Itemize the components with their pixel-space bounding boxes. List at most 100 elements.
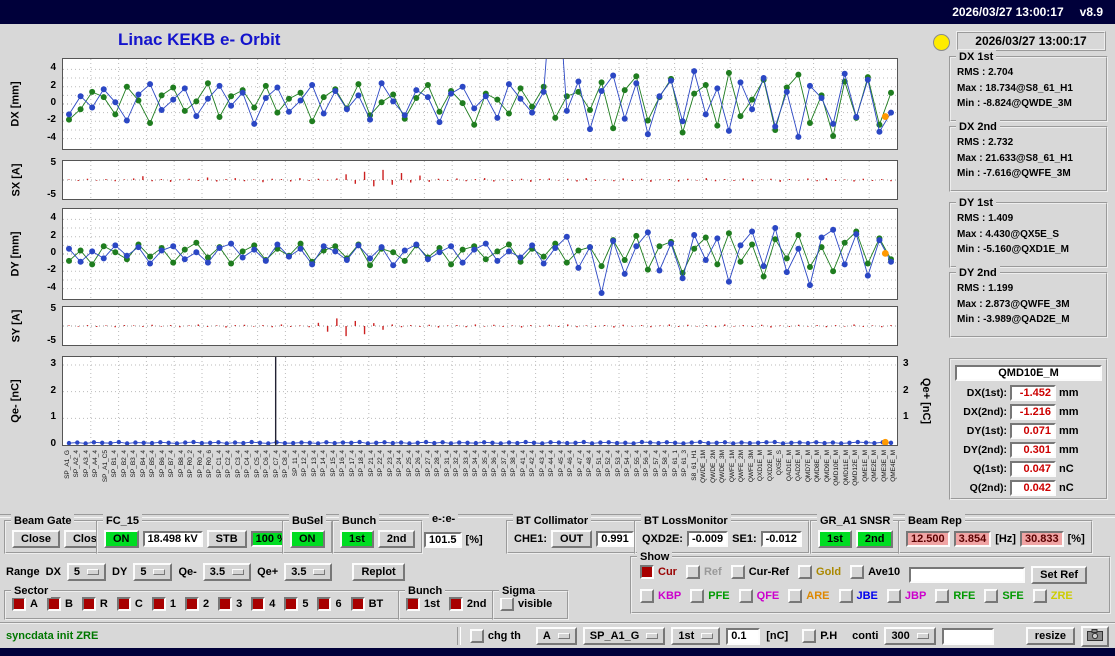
checkbox-rfe[interactable]: RFE [935, 589, 975, 603]
gr-a1-snsr-frame-label: GR_A1 SNSR [817, 514, 894, 528]
charge-plot[interactable] [62, 356, 898, 446]
checkbox-r[interactable]: R [81, 597, 108, 611]
show-checkbox-group-1: Cur Ref Cur-Ref Gold Ave10 [640, 565, 909, 584]
checkbox-pfe[interactable]: PFE [690, 589, 730, 603]
stat-max: Max : 2.873@QWFE_3M [957, 298, 1070, 310]
checkbox-label: RFE [953, 590, 976, 602]
checkbox-cur[interactable]: Cur [640, 565, 677, 579]
range-qep-dropdown[interactable]: 3.5 [284, 563, 333, 581]
fc15-on-button[interactable]: ON [104, 529, 139, 548]
camera-button[interactable] [1081, 625, 1109, 647]
checkbox-2[interactable]: 2 [184, 597, 209, 611]
checkbox-a[interactable]: A [12, 597, 38, 611]
status-message: syncdata init ZRE [6, 630, 99, 642]
busel-on-button[interactable]: ON [290, 529, 325, 548]
bpm-label: QXD2E_M [766, 450, 774, 482]
checkbox-4[interactable]: 4 [251, 597, 275, 611]
ph-checkbox[interactable]: P.H [802, 629, 837, 643]
bunch-2nd-button[interactable]: 2nd [377, 529, 416, 548]
checkbox-label: SFE [1002, 590, 1024, 602]
bpm-label: SP_31_4 [443, 450, 451, 477]
checkbox-indicator [730, 565, 745, 579]
sx-axis-ticks: 5 -5 [36, 157, 58, 200]
range-qem-dropdown[interactable]: 3.5 [202, 563, 252, 581]
checkbox-indicator [640, 565, 654, 579]
checkbox-3[interactable]: 3 [218, 597, 242, 611]
checkbox-gold[interactable]: Gold [798, 565, 841, 579]
chg-th-checkbox[interactable]: chg th [469, 629, 521, 643]
bpm-label: QWFE_2M [738, 450, 746, 483]
checkbox-indicator [184, 597, 199, 611]
checkbox-are[interactable]: ARE [788, 589, 830, 603]
bpm-label: SP_15_4 [329, 450, 337, 477]
checkbox-ref[interactable]: Ref [685, 565, 722, 579]
checkbox-1[interactable]: 1 [151, 597, 176, 611]
bpm-label: SP_A3_4 [82, 450, 90, 478]
checkbox-2nd[interactable]: 2nd [448, 597, 486, 611]
sector-dropdown[interactable]: A [535, 627, 577, 645]
che1-out-button[interactable]: OUT [551, 529, 593, 548]
checkbox-label: chg th [487, 630, 521, 642]
set-ref-button[interactable]: Set Ref [1031, 565, 1088, 584]
dropdown-indicator-icon [916, 633, 929, 639]
dy-orbit-plot[interactable] [62, 208, 898, 300]
gr-a1-2nd-button[interactable]: 2nd [855, 529, 894, 548]
checkbox-label: 6 [335, 598, 342, 610]
bpm-dropdown[interactable]: SP_A1_G [582, 627, 666, 645]
checkbox-6[interactable]: 6 [317, 597, 342, 611]
bunch-dropdown[interactable]: 1st [671, 627, 721, 645]
checkbox-kbp[interactable]: KBP [640, 589, 681, 603]
bpm-label: SP_47_4 [576, 450, 584, 477]
dx-orbit-plot[interactable] [62, 58, 898, 150]
checkbox-b[interactable]: B [46, 597, 73, 611]
bpm-label: S8_61_H1 [690, 450, 698, 481]
checkbox-indicator [46, 597, 61, 611]
axis-tick-label: 5 [50, 157, 56, 169]
checkbox-c[interactable]: C [116, 597, 143, 611]
replot-button[interactable]: Replot [352, 563, 405, 581]
checkbox-jbe[interactable]: JBE [838, 589, 878, 603]
sx-steering-plot[interactable] [62, 160, 898, 200]
checkbox-ave10[interactable]: Ave10 [850, 565, 900, 579]
checkbox-bt[interactable]: BT [350, 597, 383, 611]
sy-steering-plot[interactable] [62, 306, 898, 346]
fc15-stb-button[interactable]: STB [206, 529, 247, 548]
dy-2nd-stats-box: DY 2nd RMS : 1.199 Max : 2.873@QWFE_3M M… [949, 266, 1108, 338]
gr-a1-1st-button[interactable]: 1st [818, 529, 852, 548]
sigma-frame: Sigma visible [492, 584, 570, 620]
bunch-1st-button[interactable]: 1st [340, 529, 374, 548]
checkbox-cur-ref[interactable]: Cur-Ref [730, 565, 790, 579]
checkbox-jbp[interactable]: JBP [886, 589, 926, 603]
bunch-select-frame-label: Bunch [405, 584, 446, 598]
bunch-select-frame: Bunch 1st 2nd [398, 584, 504, 620]
extra-input[interactable] [941, 627, 994, 645]
resize-button[interactable]: resize [1025, 627, 1075, 645]
beam-rep-pct-unit: [%] [1067, 532, 1085, 545]
stat-min: Min : -7.616@QWFE_3M [957, 168, 1071, 179]
points-dropdown-value: 300 [891, 630, 910, 642]
checkbox-qfe[interactable]: QFE [738, 589, 779, 603]
checkbox-sfe[interactable]: SFE [984, 589, 1024, 603]
beam-gate-close-1-button[interactable]: Close [12, 529, 60, 548]
checkbox-indicator [886, 589, 901, 603]
qe-minus-axis-label: Qe- [nC] [2, 356, 30, 446]
checkbox-label: Cur-Ref [748, 566, 790, 578]
range-dy-dropdown[interactable]: 5 [133, 563, 173, 581]
bpm-label: SP_22_4 [377, 450, 385, 477]
checkbox-visible[interactable]: visible [500, 597, 552, 611]
set-ref-input[interactable] [909, 566, 1026, 583]
checkbox-5[interactable]: 5 [284, 597, 308, 611]
dropdown-indicator-icon [232, 569, 245, 575]
bpm-label: SP_B2_4 [120, 450, 128, 478]
points-dropdown[interactable]: 300 [884, 627, 936, 645]
checkbox-zre[interactable]: ZRE [1032, 589, 1073, 603]
bpm-label: SP_B5_4 [149, 450, 157, 478]
bt-lossmonitor-frame-label: BT LossMonitor [641, 514, 731, 528]
checkbox-1st[interactable]: 1st [406, 597, 440, 611]
checkbox-label: 3 [236, 598, 243, 610]
checkbox-indicator [738, 589, 753, 603]
range-dx-dropdown[interactable]: 5 [66, 563, 107, 581]
threshold-input[interactable] [726, 627, 761, 645]
bpm-label: SP_56_4 [643, 450, 651, 477]
vertical-divider [456, 627, 461, 645]
